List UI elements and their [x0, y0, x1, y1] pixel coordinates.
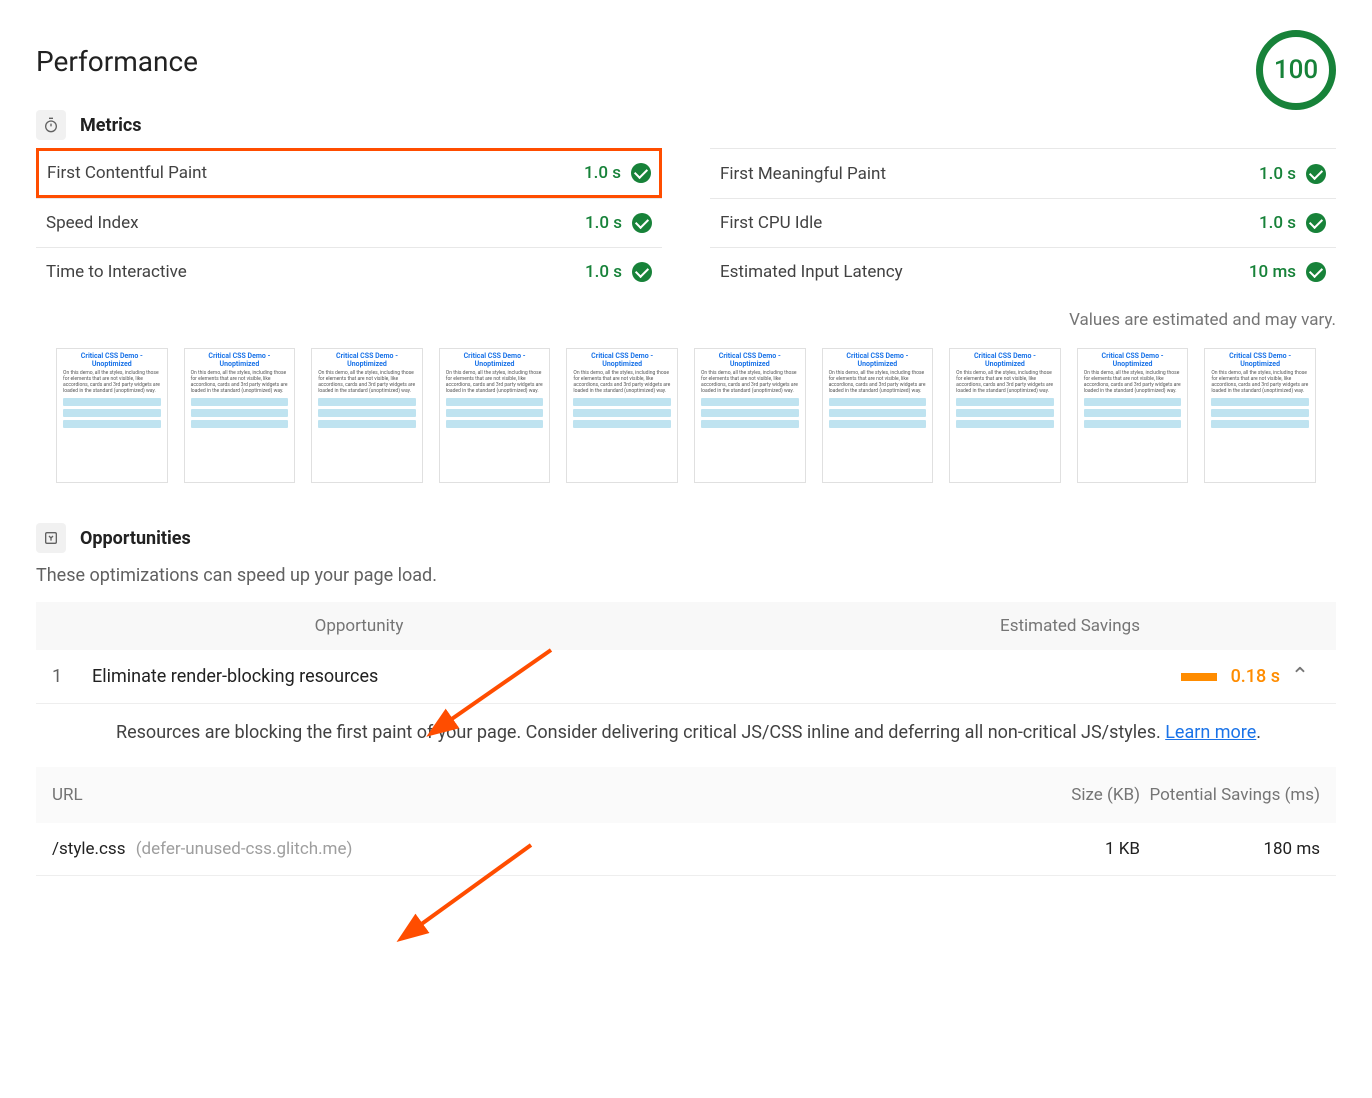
filmstrip-frame: Critical CSS Demo - Unoptimized On this …: [822, 348, 934, 483]
opportunity-savings: 0.18 s: [1231, 666, 1280, 687]
metric-label: Estimated Input Latency: [720, 262, 903, 282]
frame-title: Critical CSS Demo - Unoptimized: [318, 353, 416, 368]
frame-subtitle: On this demo, all the styles, including …: [956, 370, 1054, 394]
metric-value: 1.0 s: [584, 163, 621, 183]
filmstrip-frame: Critical CSS Demo - Unoptimized On this …: [694, 348, 806, 483]
frame-subtitle: On this demo, all the styles, including …: [318, 370, 416, 394]
opportunities-section-header: Opportunities: [36, 523, 1336, 553]
filmstrip-frame: Critical CSS Demo - Unoptimized On this …: [439, 348, 551, 483]
opportunities-section-title: Opportunities: [80, 528, 191, 549]
savings-bar: [1181, 673, 1217, 681]
metric-label: Speed Index: [46, 213, 139, 233]
opportunities-icon: [36, 523, 66, 553]
frame-subtitle: On this demo, all the styles, including …: [701, 370, 799, 394]
filmstrip-frame: Critical CSS Demo - Unoptimized On this …: [1204, 348, 1316, 483]
metrics-footnote: Values are estimated and may vary.: [36, 310, 1336, 330]
check-icon: [1306, 213, 1326, 233]
frame-title: Critical CSS Demo - Unoptimized: [829, 353, 927, 368]
frame-subtitle: On this demo, all the styles, including …: [191, 370, 289, 394]
filmstrip-frame: Critical CSS Demo - Unoptimized On this …: [184, 348, 296, 483]
filmstrip-frame: Critical CSS Demo - Unoptimized On this …: [1077, 348, 1189, 483]
frame-subtitle: On this demo, all the styles, including …: [1084, 370, 1182, 394]
opportunity-detail: Resources are blocking the first paint o…: [36, 704, 1336, 767]
resource-path: /style.css: [52, 839, 125, 859]
frame-title: Critical CSS Demo - Unoptimized: [63, 353, 161, 368]
filmstrip-frame: Critical CSS Demo - Unoptimized On this …: [56, 348, 168, 483]
resource-size: 1 KB: [980, 839, 1140, 859]
learn-more-link[interactable]: Learn more: [1165, 722, 1256, 743]
savings-column-header: Estimated Savings: [626, 616, 1160, 636]
frame-title: Critical CSS Demo - Unoptimized: [1084, 353, 1182, 368]
metrics-grid: First Contentful Paint 1.0 s First Meani…: [36, 148, 1336, 296]
metric-value: 1.0 s: [1259, 164, 1296, 184]
filmstrip-frame: Critical CSS Demo - Unoptimized On this …: [566, 348, 678, 483]
metrics-section-header: Metrics: [36, 110, 1336, 140]
metric-row[interactable]: Speed Index 1.0 s: [36, 198, 662, 247]
frame-title: Critical CSS Demo - Unoptimized: [573, 353, 671, 368]
resources-table-header: URL Size (KB) Potential Savings (ms): [36, 767, 1336, 823]
resource-host: (defer-unused-css.glitch.me): [136, 839, 353, 859]
frame-subtitle: On this demo, all the styles, including …: [1211, 370, 1309, 394]
filmstrip: Critical CSS Demo - Unoptimized On this …: [36, 348, 1336, 483]
check-icon: [1306, 262, 1326, 282]
metrics-section-title: Metrics: [80, 115, 142, 136]
metric-row[interactable]: First Contentful Paint 1.0 s: [36, 148, 662, 198]
filmstrip-frame: Critical CSS Demo - Unoptimized On this …: [949, 348, 1061, 483]
opportunity-detail-text: Resources are blocking the first paint o…: [116, 722, 1165, 743]
check-icon: [632, 213, 652, 233]
opportunity-column-header: Opportunity: [92, 616, 626, 636]
stopwatch-icon: [36, 110, 66, 140]
metric-label: First Contentful Paint: [47, 163, 207, 183]
check-icon: [632, 262, 652, 282]
metric-value: 1.0 s: [1259, 213, 1296, 233]
check-icon: [1306, 164, 1326, 184]
opportunities-table-header: Opportunity Estimated Savings: [36, 602, 1336, 650]
frame-subtitle: On this demo, all the styles, including …: [63, 370, 161, 394]
check-icon: [631, 163, 651, 183]
resource-row: /style.css (defer-unused-css.glitch.me) …: [36, 823, 1336, 876]
metric-value: 1.0 s: [585, 213, 622, 233]
metric-row[interactable]: Estimated Input Latency 10 ms: [710, 247, 1336, 296]
resource-potential: 180 ms: [1140, 839, 1320, 859]
opportunities-description: These optimizations can speed up your pa…: [36, 565, 1336, 586]
chevron-up-icon[interactable]: ⌃: [1280, 664, 1320, 689]
url-column-header: URL: [52, 785, 980, 805]
frame-title: Critical CSS Demo - Unoptimized: [701, 353, 799, 368]
frame-subtitle: On this demo, all the styles, including …: [573, 370, 671, 394]
opportunity-name: Eliminate render-blocking resources: [92, 666, 1120, 687]
page-title: Performance: [36, 45, 198, 78]
opportunity-number: 1: [52, 666, 92, 687]
metric-label: First Meaningful Paint: [720, 164, 886, 184]
metric-value: 10 ms: [1249, 262, 1296, 282]
filmstrip-frame: Critical CSS Demo - Unoptimized On this …: [311, 348, 423, 483]
frame-title: Critical CSS Demo - Unoptimized: [191, 353, 289, 368]
frame-title: Critical CSS Demo - Unoptimized: [1211, 353, 1309, 368]
metric-row[interactable]: First Meaningful Paint 1.0 s: [710, 148, 1336, 198]
metric-row[interactable]: First CPU Idle 1.0 s: [710, 198, 1336, 247]
metric-row[interactable]: Time to Interactive 1.0 s: [36, 247, 662, 296]
metric-label: Time to Interactive: [46, 262, 187, 282]
frame-subtitle: On this demo, all the styles, including …: [829, 370, 927, 394]
opportunity-row[interactable]: 1 Eliminate render-blocking resources 0.…: [36, 650, 1336, 704]
frame-title: Critical CSS Demo - Unoptimized: [956, 353, 1054, 368]
frame-subtitle: On this demo, all the styles, including …: [446, 370, 544, 394]
metric-value: 1.0 s: [585, 262, 622, 282]
frame-title: Critical CSS Demo - Unoptimized: [446, 353, 544, 368]
size-column-header: Size (KB): [980, 785, 1140, 805]
metric-label: First CPU Idle: [720, 213, 822, 233]
performance-score-gauge: 100: [1256, 30, 1336, 110]
potential-column-header: Potential Savings (ms): [1140, 785, 1320, 805]
